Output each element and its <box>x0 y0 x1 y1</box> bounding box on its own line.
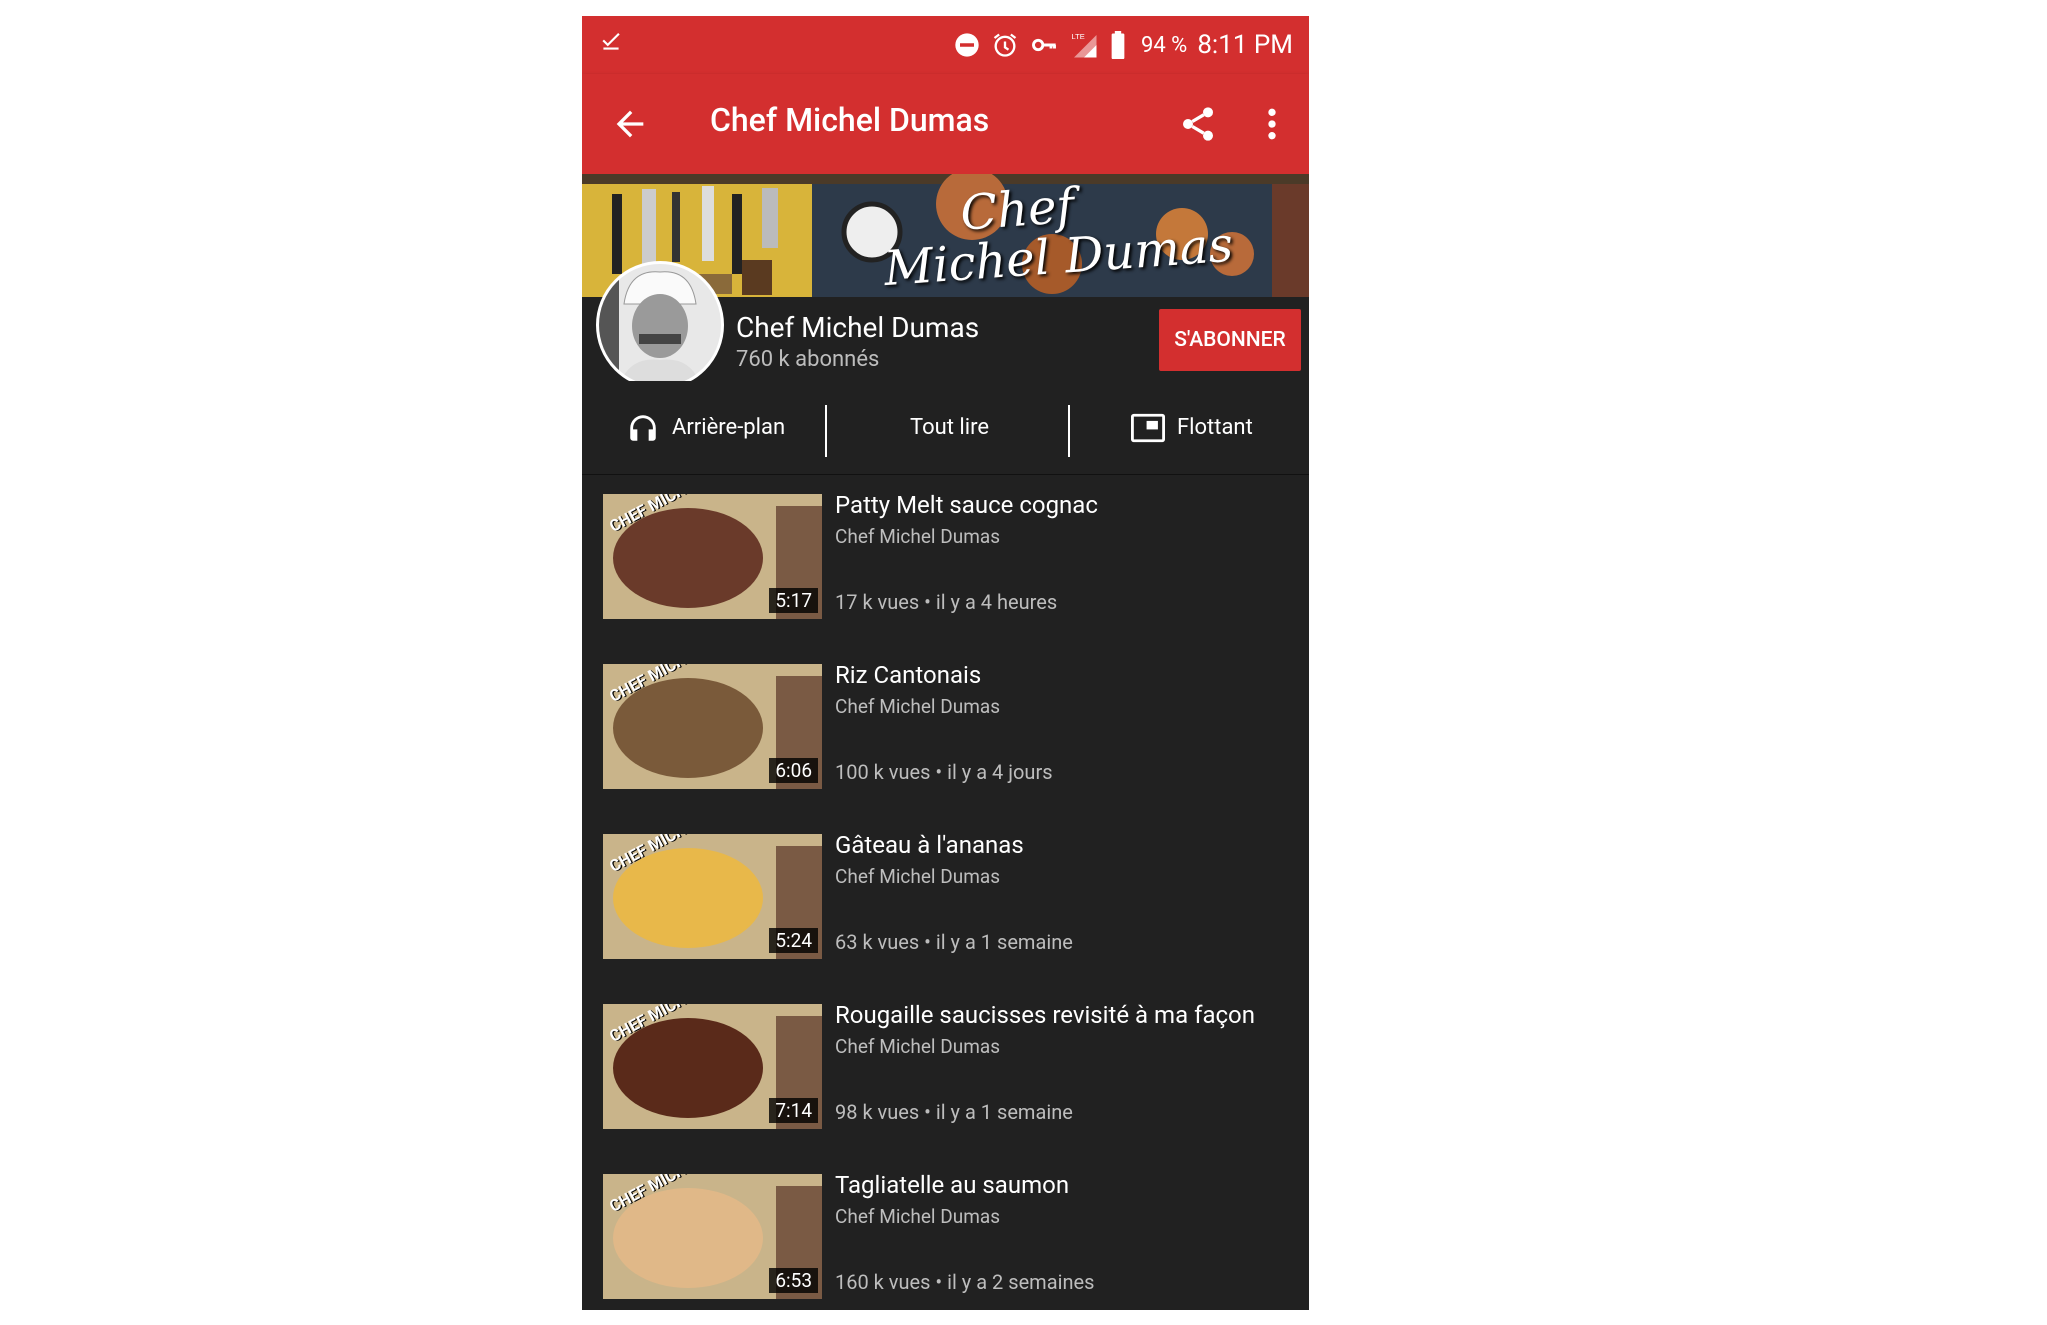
svg-text:LTE: LTE <box>1072 32 1085 41</box>
video-list: CHEF MICHEL 5:17 Patty Melt sauce cognac… <box>582 475 1309 1310</box>
page-title: Chef Michel Dumas <box>710 101 990 139</box>
subscriber-count: 760 k abonnés <box>736 347 880 372</box>
back-arrow-icon[interactable] <box>610 104 650 144</box>
video-thumbnail[interactable]: CHEF MICHEL 6:53 <box>603 1174 822 1299</box>
video-item[interactable]: CHEF MICHEL 5:17 Patty Melt sauce cognac… <box>582 475 1309 645</box>
video-meta: 160 k vues • il y a 2 semaines <box>835 1270 1095 1294</box>
action-divider <box>1068 405 1070 457</box>
play-all-button[interactable]: Tout lire <box>910 381 989 474</box>
background-play-button[interactable]: Arrière-plan <box>626 381 785 474</box>
video-channel: Chef Michel Dumas <box>835 865 1000 888</box>
video-thumbnail[interactable]: CHEF MICHEL 5:17 <box>603 494 822 619</box>
video-item[interactable]: CHEF MICHEL 5:24 Gâteau à l'ananas Chef … <box>582 815 1309 985</box>
video-thumbnail[interactable]: CHEF MICHEL 5:24 <box>603 834 822 959</box>
video-title: Gâteau à l'ananas <box>835 831 1024 859</box>
play-all-label: Tout lire <box>910 415 990 440</box>
video-item[interactable]: CHEF MICHEL 7:14 Rougaille saucisses rev… <box>582 985 1309 1155</box>
video-duration: 5:17 <box>769 588 818 613</box>
phone-screen: LTE 94 % 8:11 PM Chef Michel Dumas Chef … <box>582 16 1309 1310</box>
banner-logo-text: Chef Michel Dumas <box>882 177 1235 297</box>
channel-actions: Arrière-plan Tout lire Flottant <box>582 381 1309 475</box>
video-title: Tagliatelle au saumon <box>835 1171 1070 1199</box>
chef-photo <box>599 264 721 386</box>
headphones-icon <box>630 414 656 441</box>
video-duration: 6:53 <box>769 1268 818 1293</box>
picture-in-picture-icon <box>1131 413 1165 442</box>
channel-avatar[interactable] <box>596 261 724 389</box>
video-title: Rougaille saucisses revisité à ma façon <box>835 1001 1255 1029</box>
action-divider <box>825 405 827 457</box>
video-duration: 6:06 <box>769 758 818 783</box>
status-clock: 8:11 PM <box>1197 30 1293 60</box>
video-title: Riz Cantonais <box>835 661 982 689</box>
do-not-disturb-icon <box>955 33 979 57</box>
share-icon[interactable] <box>1178 104 1218 144</box>
floating-play-button[interactable]: Flottant <box>1131 381 1253 474</box>
channel-name: Chef Michel Dumas <box>736 311 980 344</box>
background-play-label: Arrière-plan <box>672 415 786 440</box>
vpn-key-icon <box>1032 38 1056 52</box>
video-thumbnail[interactable]: CHEF MICHEL 6:06 <box>603 664 822 789</box>
video-item[interactable]: CHEF MICHEL 6:53 Tagliatelle au saumon C… <box>582 1155 1309 1310</box>
video-meta: 98 k vues • il y a 1 semaine <box>835 1100 1073 1124</box>
video-item[interactable]: CHEF MICHEL 6:06 Riz Cantonais Chef Mich… <box>582 645 1309 815</box>
battery-percent: 94 % <box>1141 32 1188 58</box>
video-meta: 17 k vues • il y a 4 heures <box>835 590 1058 614</box>
status-icons: LTE 94 % 8:11 PM <box>953 20 1293 70</box>
more-vert-icon[interactable] <box>1252 104 1292 144</box>
app-bar: Chef Michel Dumas <box>582 74 1309 174</box>
floating-play-label: Flottant <box>1177 415 1253 440</box>
video-meta: 100 k vues • il y a 4 jours <box>835 760 1053 784</box>
alarm-icon <box>993 33 1017 57</box>
video-channel: Chef Michel Dumas <box>835 1205 1000 1228</box>
subscribe-button[interactable]: S'ABONNER <box>1159 309 1301 371</box>
download-done-icon <box>602 32 620 50</box>
video-meta: 63 k vues • il y a 1 semaine <box>835 930 1073 954</box>
video-duration: 5:24 <box>769 928 818 953</box>
status-bar: LTE 94 % 8:11 PM <box>582 16 1309 74</box>
video-duration: 7:14 <box>769 1098 818 1123</box>
video-channel: Chef Michel Dumas <box>835 1035 1000 1058</box>
video-channel: Chef Michel Dumas <box>835 695 1000 718</box>
lte-signal-icon: LTE <box>1072 32 1097 58</box>
video-thumbnail[interactable]: CHEF MICHEL 7:14 <box>603 1004 822 1129</box>
battery-icon <box>1111 31 1125 59</box>
video-channel: Chef Michel Dumas <box>835 525 1000 548</box>
video-title: Patty Melt sauce cognac <box>835 491 1098 519</box>
